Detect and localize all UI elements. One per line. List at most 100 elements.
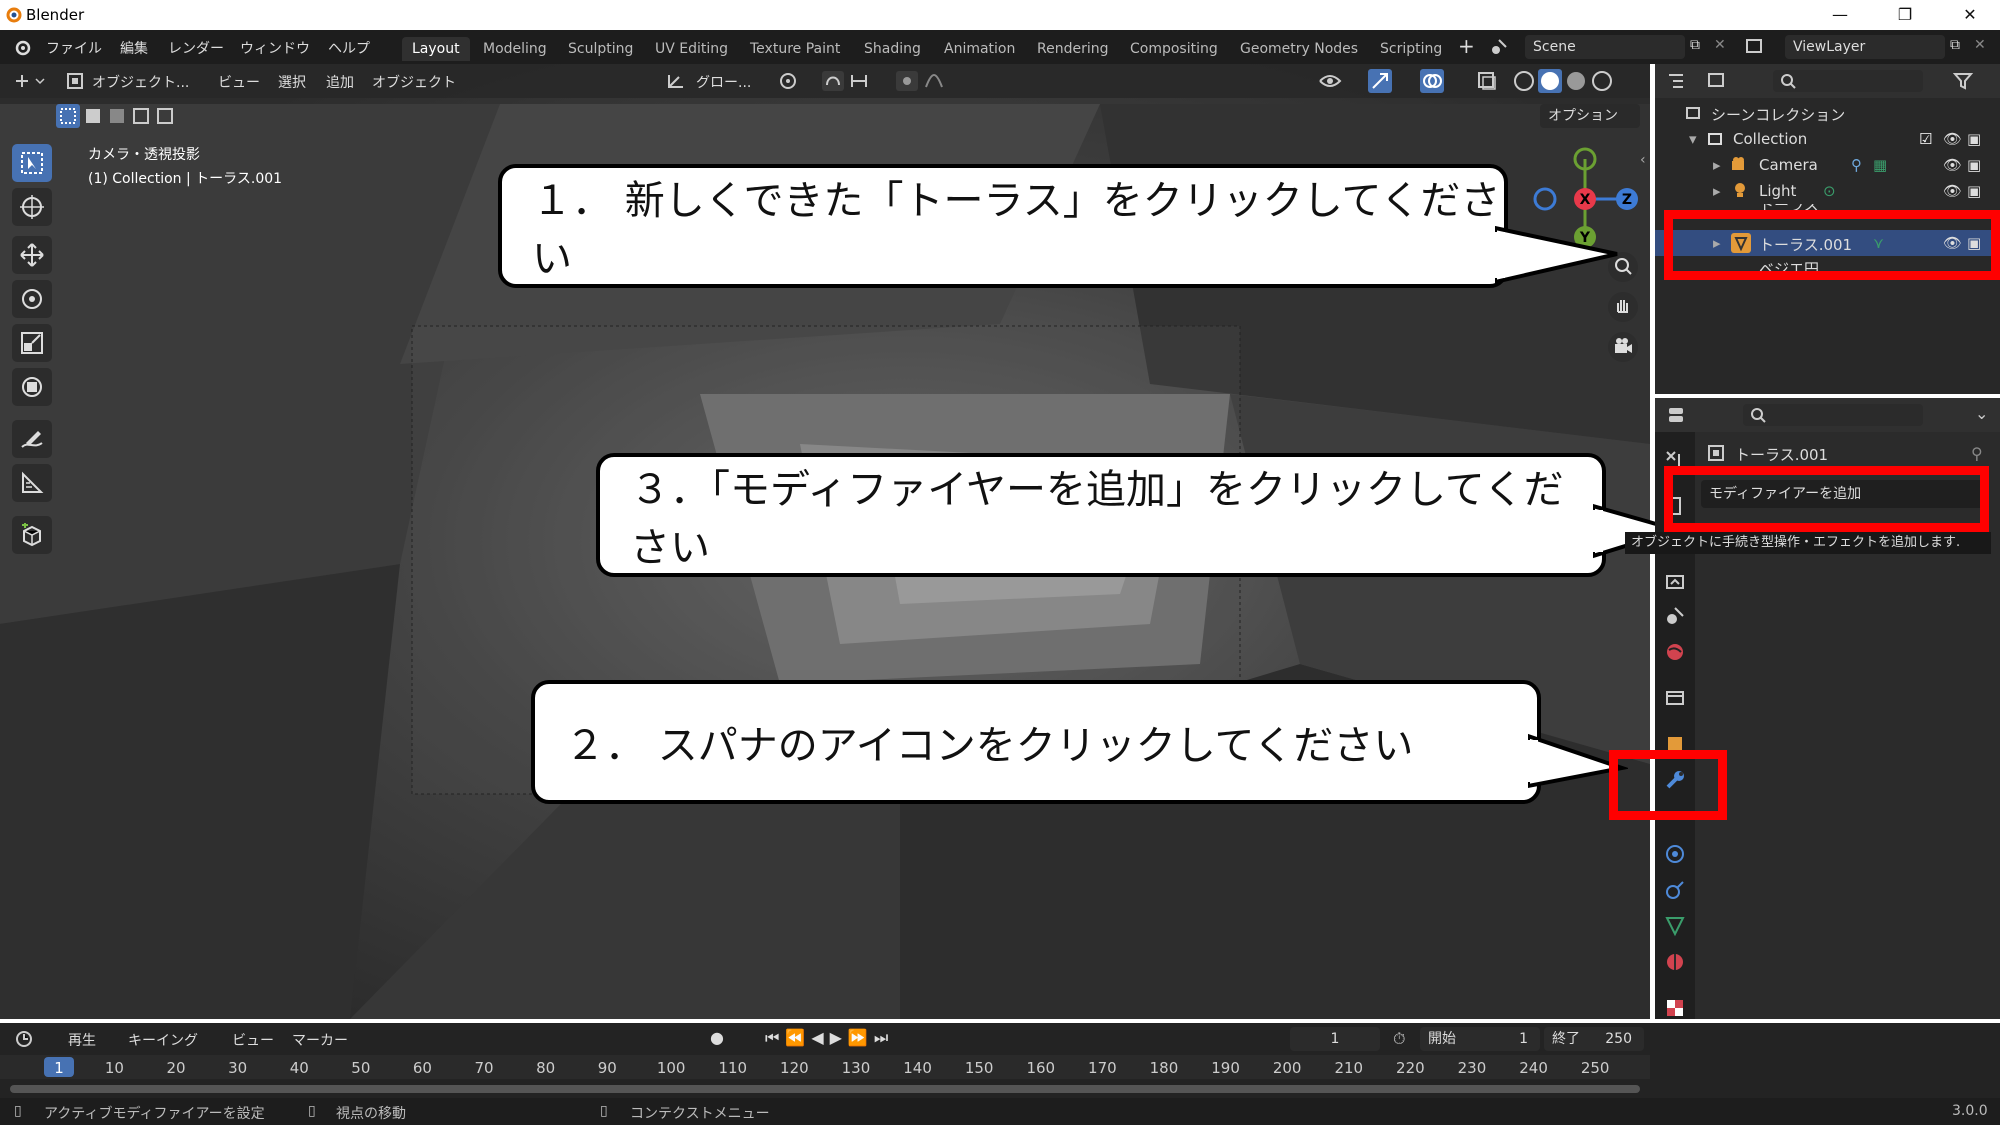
visibility-icon[interactable] [1318, 71, 1360, 91]
editor-type-icon[interactable] [14, 72, 48, 90]
outliner-search[interactable] [1773, 70, 1923, 92]
collection-tab-icon[interactable] [1663, 686, 1687, 710]
viewlayer-icon[interactable] [1745, 38, 1765, 56]
tab-scripting[interactable]: Scripting [1370, 37, 1452, 61]
light-data-icon[interactable]: ⊙ [1823, 182, 1836, 200]
tab-rendering[interactable]: Rendering [1027, 37, 1119, 61]
gizmo-neg-z[interactable] [1533, 187, 1557, 211]
maximize-button[interactable]: ❐ [1875, 0, 1935, 30]
scene-field[interactable]: Scene [1525, 35, 1685, 59]
xray-icon[interactable] [1476, 70, 1498, 92]
playback-controls[interactable]: ⏮⏪◀▶⏩⏭ [765, 1028, 894, 1048]
pin-icon[interactable]: ⚲ [1971, 444, 1983, 463]
menu-window[interactable]: ウィンドウ [240, 38, 310, 58]
remove-viewlayer-icon[interactable]: ✕ [1974, 37, 1986, 53]
minimize-button[interactable]: — [1810, 0, 1870, 30]
chevron-down-icon[interactable]: ⌄ [1975, 404, 1988, 423]
expand-arrow-icon[interactable]: ▸ [1713, 156, 1721, 174]
tab-animation[interactable]: Animation [934, 37, 1025, 61]
world-tab-icon[interactable] [1663, 640, 1687, 664]
filter-icon[interactable] [1953, 72, 1989, 90]
options-dropdown[interactable]: オプション [1540, 104, 1640, 128]
properties-editor-icon[interactable] [1667, 406, 1697, 424]
outliner-item-camera[interactable]: ▸ Camera ⚲ ▦ 👁 ▣ [1655, 152, 2000, 178]
timeline-editor-icon[interactable] [14, 1029, 48, 1049]
menu-timeline-view[interactable]: ビュー [232, 1030, 274, 1050]
render-camera-icon[interactable]: ▣ [1967, 182, 1981, 200]
tool-select-box[interactable] [12, 144, 52, 182]
tool-rotate[interactable] [12, 280, 52, 318]
tool-move[interactable] [12, 236, 52, 274]
mesh-data-tab-icon[interactable] [1663, 914, 1687, 938]
clock-icon[interactable]: ⏱ [1393, 1029, 1405, 1049]
outliner-editor-icon[interactable] [1667, 72, 1697, 90]
outliner-item-light[interactable]: ▸ Light ⊙ 👁 ▣ [1655, 178, 2000, 204]
remove-scene-icon[interactable]: ✕ [1714, 37, 1726, 53]
texture-tab-icon[interactable] [1663, 996, 1687, 1020]
close-button[interactable]: ✕ [1940, 0, 2000, 30]
menu-help[interactable]: ヘルプ [328, 38, 370, 58]
menu-render[interactable]: レンダー [168, 38, 224, 58]
tool-scale[interactable] [12, 324, 52, 362]
menu-view[interactable]: ビュー [218, 72, 260, 92]
tab-modeling[interactable]: Modeling [473, 37, 557, 61]
tab-texture-paint[interactable]: Texture Paint [740, 37, 850, 61]
add-workspace-icon[interactable]: + [1458, 34, 1475, 58]
expand-arrow-icon[interactable]: ▸ [1713, 182, 1721, 200]
solid-shading-icon[interactable] [1541, 72, 1559, 90]
current-frame-field[interactable]: 1 [1290, 1027, 1380, 1051]
tab-shading[interactable]: Shading [854, 37, 931, 61]
display-mode-icon[interactable] [1707, 72, 1737, 90]
menu-marker[interactable]: マーカー [292, 1030, 348, 1050]
physics-tab-icon[interactable] [1663, 842, 1687, 866]
scene-tab-icon[interactable] [1663, 604, 1687, 628]
checkbox-icon[interactable]: ☑ [1919, 130, 1932, 148]
transform-orientation-dropdown[interactable]: グロー... [696, 72, 751, 92]
tool-annotate[interactable] [12, 420, 52, 458]
properties-search[interactable] [1743, 404, 1923, 426]
expand-arrow-icon[interactable]: ▾ [1689, 130, 1697, 148]
material-tab-icon[interactable] [1663, 950, 1687, 974]
new-viewlayer-icon[interactable]: ⧉ [1950, 37, 1960, 53]
snap-icon[interactable] [822, 71, 876, 91]
menu-object[interactable]: オブジェクト [372, 72, 456, 92]
camera-view-icon[interactable] [1608, 332, 1638, 362]
rendered-shading-icon[interactable] [1592, 71, 1612, 91]
material-shading-icon[interactable] [1567, 72, 1585, 90]
menu-select[interactable]: 選択 [278, 72, 306, 92]
tool-transform[interactable] [12, 368, 52, 406]
eye-icon[interactable]: 👁 [1943, 156, 1962, 174]
render-camera-icon[interactable]: ▣ [1967, 156, 1981, 174]
proportional-editing-icon[interactable] [896, 71, 956, 91]
viewlayer-field[interactable]: ViewLayer [1785, 35, 1945, 59]
tab-sculpting[interactable]: Sculpting [558, 37, 643, 61]
sidebar-toggle-icon[interactable]: ‹ [1640, 152, 1646, 168]
constraints-tab-icon[interactable] [1663, 878, 1687, 902]
tab-geometry-nodes[interactable]: Geometry Nodes [1230, 37, 1368, 61]
new-scene-icon[interactable]: ⧉ [1690, 37, 1700, 53]
outliner-scene-collection[interactable]: シーンコレクション [1655, 100, 2000, 126]
blender-menu-icon[interactable] [12, 38, 32, 56]
menu-file[interactable]: ファイル [46, 38, 102, 58]
tab-layout[interactable]: Layout [402, 37, 470, 61]
record-icon[interactable]: ● [710, 1028, 724, 1047]
menu-keying[interactable]: キーイング [128, 1030, 198, 1050]
end-frame-field[interactable]: 終了 250 [1544, 1027, 1644, 1051]
scene-icon[interactable] [1490, 38, 1508, 56]
start-frame-field[interactable]: 開始 1 [1420, 1027, 1540, 1051]
output-tab-icon[interactable] [1663, 570, 1687, 594]
overlays-icon[interactable] [1420, 69, 1464, 93]
mode-selector[interactable]: オブジェクト... [92, 72, 189, 92]
eye-icon[interactable]: 👁 [1943, 182, 1962, 200]
eye-icon[interactable]: 👁 [1943, 130, 1962, 148]
timeline-scrollbar[interactable] [10, 1085, 1640, 1093]
tool-measure[interactable] [12, 464, 52, 502]
tool-add-cube[interactable] [12, 516, 52, 554]
menu-playback[interactable]: 再生 [68, 1030, 96, 1050]
tab-compositing[interactable]: Compositing [1120, 37, 1228, 61]
wireframe-shading-icon[interactable] [1514, 71, 1534, 91]
modifier-link-icon[interactable]: ▦ [1873, 156, 1887, 174]
outliner-collection[interactable]: ▾ Collection ☑ 👁 ▣ [1655, 126, 2000, 152]
render-camera-icon[interactable]: ▣ [1967, 130, 1981, 148]
pivot-point-icon[interactable] [778, 71, 808, 91]
